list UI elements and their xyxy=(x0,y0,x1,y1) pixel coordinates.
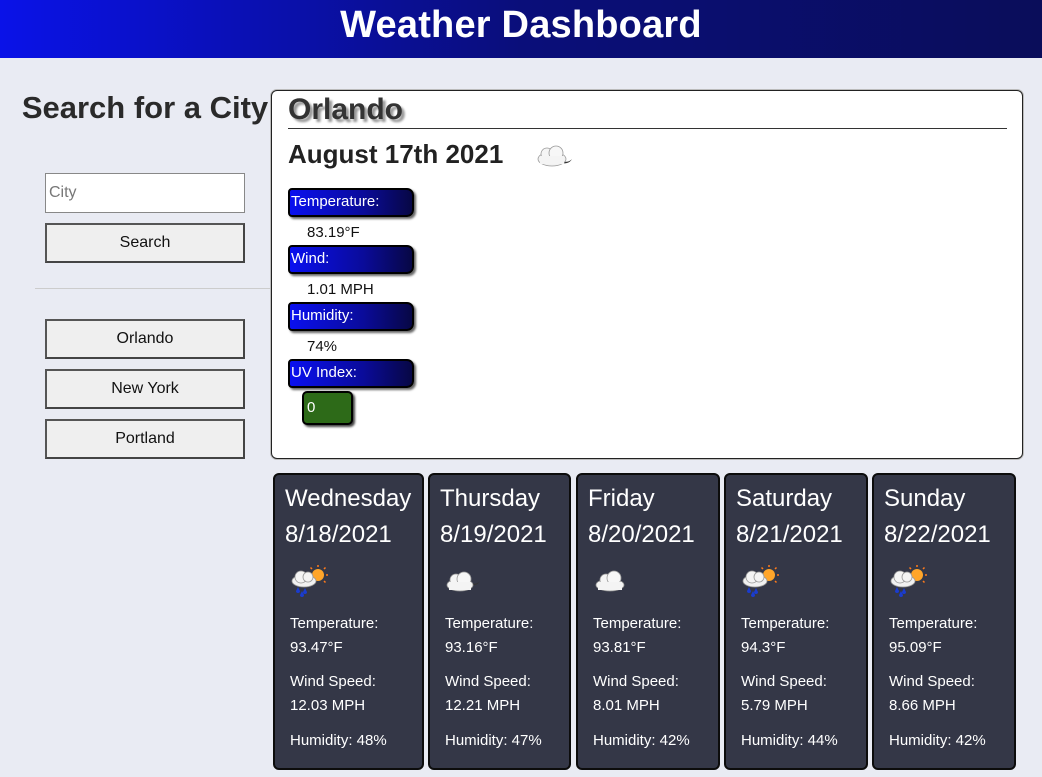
forecast-date: 8/20/2021 xyxy=(588,521,695,548)
sidebar-divider xyxy=(35,288,270,289)
forecast-temperature-value: 93.47°F xyxy=(290,639,343,656)
city-search-input[interactable] xyxy=(45,173,245,213)
forecast-card: Wednesday 8/18/2021 Temperature: 93.47°F… xyxy=(273,473,424,770)
uv-index-badge: 0 xyxy=(302,391,353,425)
current-weather-card: Orlando August 17th 2021 Temperature: 83… xyxy=(271,90,1023,459)
forecast-day: Saturday xyxy=(736,485,833,512)
history-button-new-york[interactable]: New York xyxy=(45,369,245,409)
forecast-temperature-label: Temperature: xyxy=(593,615,682,632)
rain-sun-icon xyxy=(291,565,328,597)
forecast-card: Sunday 8/22/2021 Temperature: 95.09°F Wi… xyxy=(872,473,1016,770)
rain-sun-icon xyxy=(742,565,779,597)
search-button[interactable]: Search xyxy=(45,223,245,263)
temperature-label: Temperature: xyxy=(288,188,414,217)
forecast-temperature-label: Temperature: xyxy=(290,615,379,632)
forecast-temperature-label: Temperature: xyxy=(889,615,978,632)
wind-label: Wind: xyxy=(288,245,414,274)
page-title: Weather Dashboard xyxy=(340,4,702,46)
temperature-value: 83.19°F xyxy=(307,224,360,241)
history-button-portland[interactable]: Portland xyxy=(45,419,245,459)
forecast-wind-label: Wind Speed: xyxy=(889,673,975,690)
forecast-day: Wednesday xyxy=(285,485,412,512)
forecast-wind-value: 12.21 MPH xyxy=(445,697,521,714)
forecast-card: Saturday 8/21/2021 Temperature: 94.3°F W… xyxy=(724,473,868,770)
search-heading: Search for a City xyxy=(21,90,269,125)
humidity-value: 74% xyxy=(307,338,338,355)
forecast-wind-label: Wind Speed: xyxy=(593,673,679,690)
forecast-humidity: Humidity: 44% xyxy=(741,732,838,749)
current-date: August 17th 2021 xyxy=(288,139,504,169)
forecast-humidity: Humidity: 42% xyxy=(593,732,690,749)
forecast-card: Thursday 8/19/2021 Temperature: 93.16°F … xyxy=(428,473,571,770)
forecast-temperature-value: 93.16°F xyxy=(445,639,498,656)
forecast-wind-value: 8.66 MPH xyxy=(889,697,956,714)
current-city-name: Orlando xyxy=(288,93,404,126)
partly-cloudy-night-icon xyxy=(537,145,572,167)
wind-value: 1.01 MPH xyxy=(307,281,374,298)
forecast-wind-label: Wind Speed: xyxy=(741,673,827,690)
page-header: Weather Dashboard xyxy=(0,0,1042,58)
forecast-date: 8/22/2021 xyxy=(884,521,991,548)
forecast-card: Friday 8/20/2021 Temperature: 93.81°F Wi… xyxy=(576,473,720,770)
forecast-day: Sunday xyxy=(884,485,966,512)
forecast-wind-label: Wind Speed: xyxy=(290,673,376,690)
forecast-date: 8/18/2021 xyxy=(285,521,392,548)
forecast-temperature-value: 93.81°F xyxy=(593,639,646,656)
forecast-wind-value: 8.01 MPH xyxy=(593,697,660,714)
partly-cloudy-night-icon xyxy=(446,571,480,592)
forecast-temperature-label: Temperature: xyxy=(741,615,830,632)
uv-index-label: UV Index: xyxy=(288,359,414,388)
forecast-date: 8/21/2021 xyxy=(736,521,843,548)
forecast-day: Friday xyxy=(588,485,655,512)
rain-sun-icon xyxy=(890,565,927,597)
history-button-orlando[interactable]: Orlando xyxy=(45,319,245,359)
city-divider xyxy=(288,128,1007,129)
forecast-wind-value: 12.03 MPH xyxy=(290,697,366,714)
forecast-date: 8/19/2021 xyxy=(440,521,547,548)
forecast-wind-value: 5.79 MPH xyxy=(741,697,808,714)
cloud-icon xyxy=(595,570,625,592)
forecast-humidity: Humidity: 42% xyxy=(889,732,986,749)
forecast-humidity: Humidity: 47% xyxy=(445,732,542,749)
forecast-temperature-value: 95.09°F xyxy=(889,639,942,656)
forecast-day: Thursday xyxy=(440,485,541,512)
humidity-label: Humidity: xyxy=(288,302,414,331)
forecast-temperature-label: Temperature: xyxy=(445,615,534,632)
forecast-humidity: Humidity: 48% xyxy=(290,732,387,749)
forecast-wind-label: Wind Speed: xyxy=(445,673,531,690)
forecast-temperature-value: 94.3°F xyxy=(741,639,786,656)
